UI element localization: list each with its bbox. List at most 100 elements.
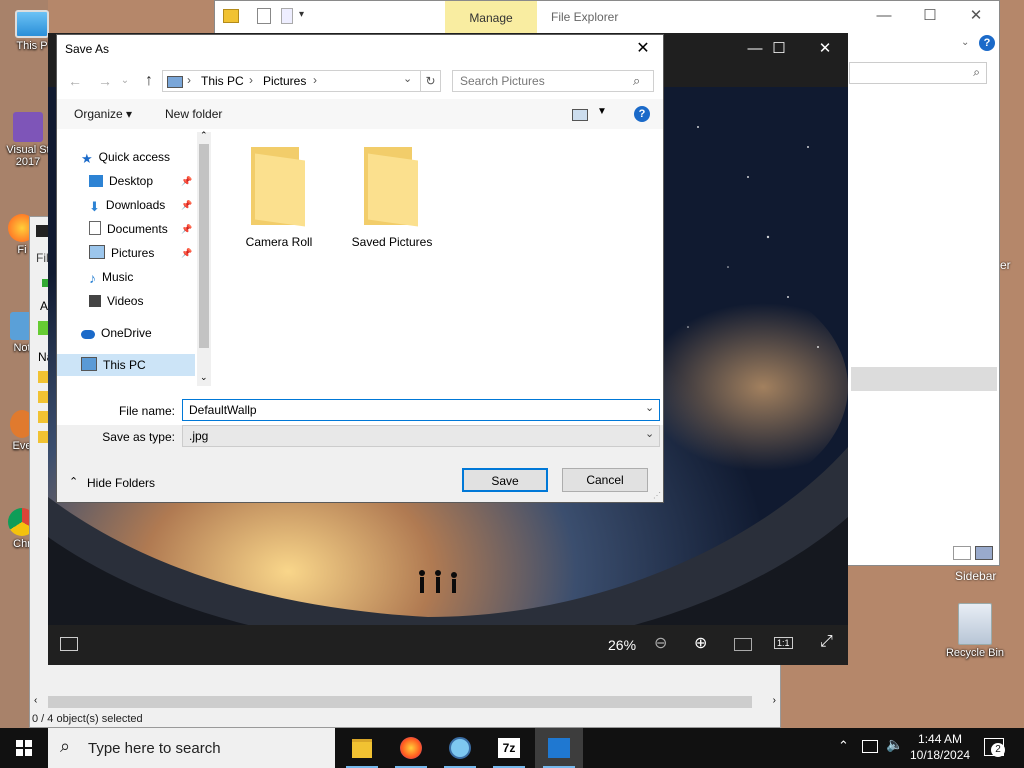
pin-icon: 📌 [181,248,193,258]
sidebar-item-this-pc[interactable]: This PC [57,354,195,376]
sidebar-item-videos[interactable]: Videos [89,290,207,312]
cancel-button[interactable]: Cancel [562,468,648,492]
taskbar-app-7zip[interactable]: 7z [485,728,533,768]
up-button[interactable]: ↑ [139,71,159,91]
pin-icon: 📌 [181,176,193,186]
resize-grip-icon[interactable]: ⋰ [653,491,661,500]
notification-center-icon[interactable]: 2 [984,738,1005,757]
search-input[interactable]: ⌕ [849,62,987,84]
chevron-right-icon: › [313,73,317,87]
sidebar-item-pictures[interactable]: Pictures 📌 [89,242,207,264]
scroll-left-icon[interactable]: ‹ [34,695,37,706]
scroll-up-icon[interactable]: ⌃ [200,130,208,141]
sidebar-item-music[interactable]: ♪ Music [89,266,207,288]
save-as-dialog: Save As ✕ ← → ⌄ ↑ › This PC › Pictures ›… [56,34,664,503]
refresh-button[interactable]: ↻ [421,70,441,92]
save-button[interactable]: Save [462,468,548,492]
save-as-type-dropdown-icon[interactable]: ⌄ [645,427,654,440]
navigation-pane: ★ Quick access Desktop 📌 ⬇ Downloads 📌 Doc… [57,132,211,412]
taskbar-app-file-explorer[interactable] [338,728,386,768]
back-button[interactable]: ← [65,71,85,91]
dialog-toolbar: Organize ▾ New folder ▼ ? [57,99,663,129]
actual-size-icon[interactable]: 1:1 [774,637,793,649]
large-icons-view-icon[interactable] [975,546,993,560]
save-as-type-select[interactable]: .jpg [182,425,660,447]
maximize-button[interactable]: ☐ [907,5,953,29]
search-input[interactable]: Search Pictures [452,70,654,92]
visual-studio-icon [13,112,43,142]
view-dropdown-icon[interactable]: ▼ [597,106,607,117]
firefox-icon [400,737,422,759]
file-name-input[interactable]: DefaultWallp [182,399,660,421]
details-view-icon[interactable] [953,546,971,560]
new-folder-button[interactable]: New folder [165,107,222,121]
sidebar-item-downloads[interactable]: ⬇ Downloads 📌 [89,194,207,216]
help-icon[interactable]: ? [634,106,650,122]
checklist-icon[interactable] [257,8,271,24]
pin-icon: 📌 [181,200,193,210]
taskbar-app-firefox[interactable] [387,728,435,768]
show-hidden-icons-icon[interactable]: ⌃ [838,738,849,754]
desktop-icon [89,175,103,187]
volume-muted-icon[interactable]: 🔈 [886,736,903,753]
forward-button[interactable]: → [95,71,115,91]
minimize-button[interactable]: — [861,5,907,29]
chevron-up-icon[interactable]: ⌃ [69,475,78,488]
notification-count-badge: 2 [991,743,1005,757]
breadcrumb-this-pc[interactable]: This PC [201,74,244,88]
fit-to-window-icon[interactable] [734,638,752,651]
folder-camera-roll[interactable]: Camera Roll [229,147,329,249]
file-explorer-titlebar: ▾ Manage File Explorer — ☐ ✕ [215,1,999,33]
fullscreen-icon[interactable]: ⤢ [820,633,833,651]
sidebar-item-documents[interactable]: Documents 📌 [89,218,207,240]
ribbon-expand-icon[interactable]: ⌄ [961,37,969,48]
tab-manage[interactable]: Manage [445,1,537,33]
horizontal-scrollbar[interactable]: ‹ › [30,693,780,711]
close-button[interactable]: ✕ [631,38,655,60]
organize-button[interactable]: Organize ▾ [74,107,132,121]
sidebar-item-desktop[interactable]: Desktop 📌 [89,170,207,192]
help-icon[interactable]: ? [979,35,995,51]
navigation-scrollbar[interactable]: ⌃ ⌄ [197,130,211,386]
address-dropdown-icon[interactable]: ⌄ [403,72,412,85]
view-options-icon[interactable] [572,109,588,121]
desktop-icon-recycle-bin[interactable]: Recycle Bin [943,603,1007,659]
toolbar-label: A [40,299,49,313]
app-icon [36,225,48,237]
close-button[interactable]: ✕ [953,5,999,29]
scrollbar-thumb[interactable] [48,696,752,708]
taskbar-app-chrome[interactable] [436,728,484,768]
filmstrip-icon[interactable] [60,637,78,651]
list-item-selected[interactable] [851,367,997,391]
recent-locations-icon[interactable]: ⌄ [115,71,135,91]
document-icon[interactable] [281,8,293,24]
sidebar-item-onedrive[interactable]: OneDrive [81,322,199,344]
save-as-type-label: Save as type: [102,430,175,444]
scroll-right-icon[interactable]: › [773,695,776,706]
taskbar-clock[interactable]: 1:44 AM 10/18/2024 [910,731,970,763]
pin-icon: 📌 [181,224,193,234]
scroll-down-icon[interactable]: ⌄ [200,372,208,383]
folder-icon [251,147,307,227]
taskbar-search-box[interactable]: ⌕ Type here to search [48,728,335,768]
scrollbar-thumb[interactable] [199,144,209,348]
chevron-right-icon: › [249,73,253,87]
address-bar[interactable]: › This PC › Pictures › ⌄ [162,70,421,92]
windows-start-icon[interactable] [16,740,32,756]
maximize-button[interactable]: ☐ [756,39,802,61]
zoom-in-icon[interactable]: ⊕ [694,633,707,653]
menu-file[interactable]: Fil [36,251,49,265]
close-button[interactable]: ✕ [802,39,848,61]
file-name-dropdown-icon[interactable]: ⌄ [645,401,654,414]
hide-folders-button[interactable]: Hide Folders [87,476,155,490]
network-icon[interactable] [862,740,878,753]
zoom-out-icon[interactable]: ⊖ [654,633,667,653]
this-pc-icon [81,357,97,371]
quick-access-dropdown-icon[interactable]: ▾ [299,9,304,20]
status-bar: 0 / 4 object(s) selected [32,713,143,725]
sidebar-item-quick-access[interactable]: ★ Quick access [81,146,199,168]
breadcrumb-pictures[interactable]: Pictures [263,74,306,88]
folder-saved-pictures[interactable]: Saved Pictures [342,147,442,249]
taskbar-app-photos[interactable] [535,728,583,768]
clock-date: 10/18/2024 [910,748,971,762]
